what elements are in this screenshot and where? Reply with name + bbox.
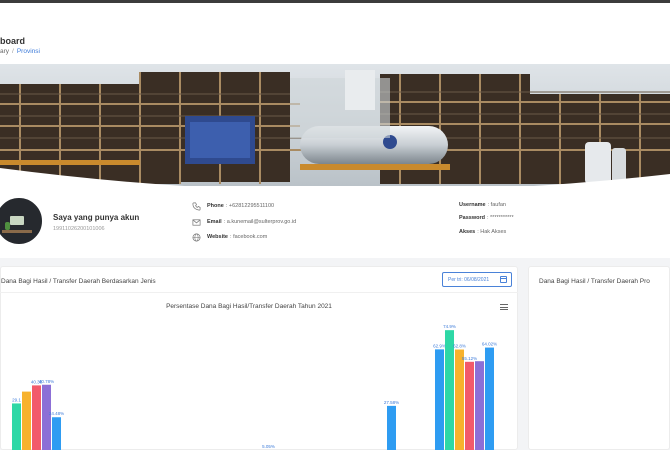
- page-header: board ary / Provinsi: [0, 3, 670, 65]
- chart-data-label: 64.02%: [482, 342, 497, 347]
- chart-bar[interactable]: [387, 405, 396, 450]
- chart-bar[interactable]: [435, 349, 444, 450]
- phone-icon: [192, 202, 201, 210]
- chart-bar[interactable]: [465, 361, 474, 450]
- chart-title: Persentase Dana Bagi Hasil/Transfer Daer…: [166, 303, 332, 310]
- contact-value: a.kunemail@sulterprov.go.id: [226, 219, 297, 225]
- chart-menu-icon[interactable]: [500, 304, 508, 310]
- chart-bar[interactable]: [475, 361, 484, 450]
- mail-icon: [192, 218, 201, 226]
- user-id-number: 19911026200101006: [53, 226, 105, 232]
- chart-bar[interactable]: [52, 417, 61, 450]
- chart-bar[interactable]: [32, 385, 41, 450]
- user-name: Saya yang punya akun: [53, 213, 140, 222]
- chart-bar[interactable]: [12, 403, 21, 450]
- breadcrumb: ary / Provinsi: [0, 48, 40, 55]
- contact-email: Email: a.kunemail@sulterprov.go.id: [192, 216, 296, 228]
- contact-phone: Phone: +62812295511100: [192, 200, 274, 212]
- chart-bar[interactable]: [22, 391, 31, 450]
- contact-website: Website: facebook.com: [192, 231, 267, 243]
- chart-data-label: 27.58%: [384, 400, 399, 405]
- globe-icon: [192, 233, 201, 241]
- contact-value: +62812295511100: [228, 203, 275, 209]
- account-value: Hak Akses: [480, 229, 507, 235]
- chart-panel-by-province: Dana Bagi Hasil / Transfer Daerah Pro: [528, 266, 670, 450]
- breadcrumb-item[interactable]: ary: [0, 48, 9, 55]
- chart-data-label: 62.9%: [433, 343, 446, 348]
- contact-value[interactable]: facebook.com: [233, 234, 267, 240]
- account-password: Password: ***********: [459, 215, 514, 221]
- chart-data-label: 24.48%: [49, 411, 64, 416]
- chart-data-label: 5.05%: [262, 444, 275, 449]
- bar-chart: 29.140.3840.78%24.48%5.05%27.58%62.9%74.…: [12, 324, 497, 450]
- account-label: Username: [459, 202, 486, 208]
- account-label: Password: [459, 215, 485, 221]
- page-title: board: [0, 36, 26, 46]
- chart-data-label: 29.1: [12, 397, 21, 402]
- contact-label: Website: [207, 234, 228, 240]
- chart-data-label: 74.9%: [443, 324, 456, 329]
- account-label: Akses: [459, 229, 476, 235]
- chart-bar[interactable]: [455, 349, 464, 450]
- chart-data-label: 62.8%: [453, 344, 466, 349]
- avatar-desk: [2, 230, 32, 233]
- profile-card: Saya yang punya akun 19911026200101006 P…: [0, 186, 670, 258]
- account-value: ***********: [490, 215, 514, 221]
- breadcrumb-separator: /: [12, 48, 14, 55]
- breadcrumb-item-current[interactable]: Provinsi: [17, 48, 40, 55]
- contact-label: Phone: [207, 203, 224, 209]
- account-username: Username: faufan: [459, 202, 506, 208]
- avatar[interactable]: [0, 196, 44, 246]
- chart-bar[interactable]: [485, 347, 494, 450]
- date-filter-label: Per tri: 06/08/2021: [448, 276, 490, 283]
- chart-bar[interactable]: [42, 384, 51, 450]
- panel-title: Dana Bagi Hasil / Transfer Daerah Berdas…: [1, 278, 156, 285]
- chart-data-label: 40.78%: [39, 379, 54, 384]
- panel-divider: [0, 292, 518, 293]
- cover-banner: [0, 64, 670, 190]
- panel-title: Dana Bagi Hasil / Transfer Daerah Pro: [539, 278, 650, 285]
- contact-label: Email: [207, 219, 222, 225]
- calendar-icon: [500, 276, 507, 283]
- avatar-monitor: [10, 216, 24, 225]
- chart-data-label: 55.12%: [462, 356, 477, 361]
- avatar-plant: [5, 222, 10, 230]
- date-filter-button[interactable]: Per tri: 06/08/2021: [442, 272, 512, 287]
- account-access: Akses: Hak Akses: [459, 229, 507, 235]
- account-value: faufan: [490, 202, 506, 208]
- banner-image: [0, 64, 670, 190]
